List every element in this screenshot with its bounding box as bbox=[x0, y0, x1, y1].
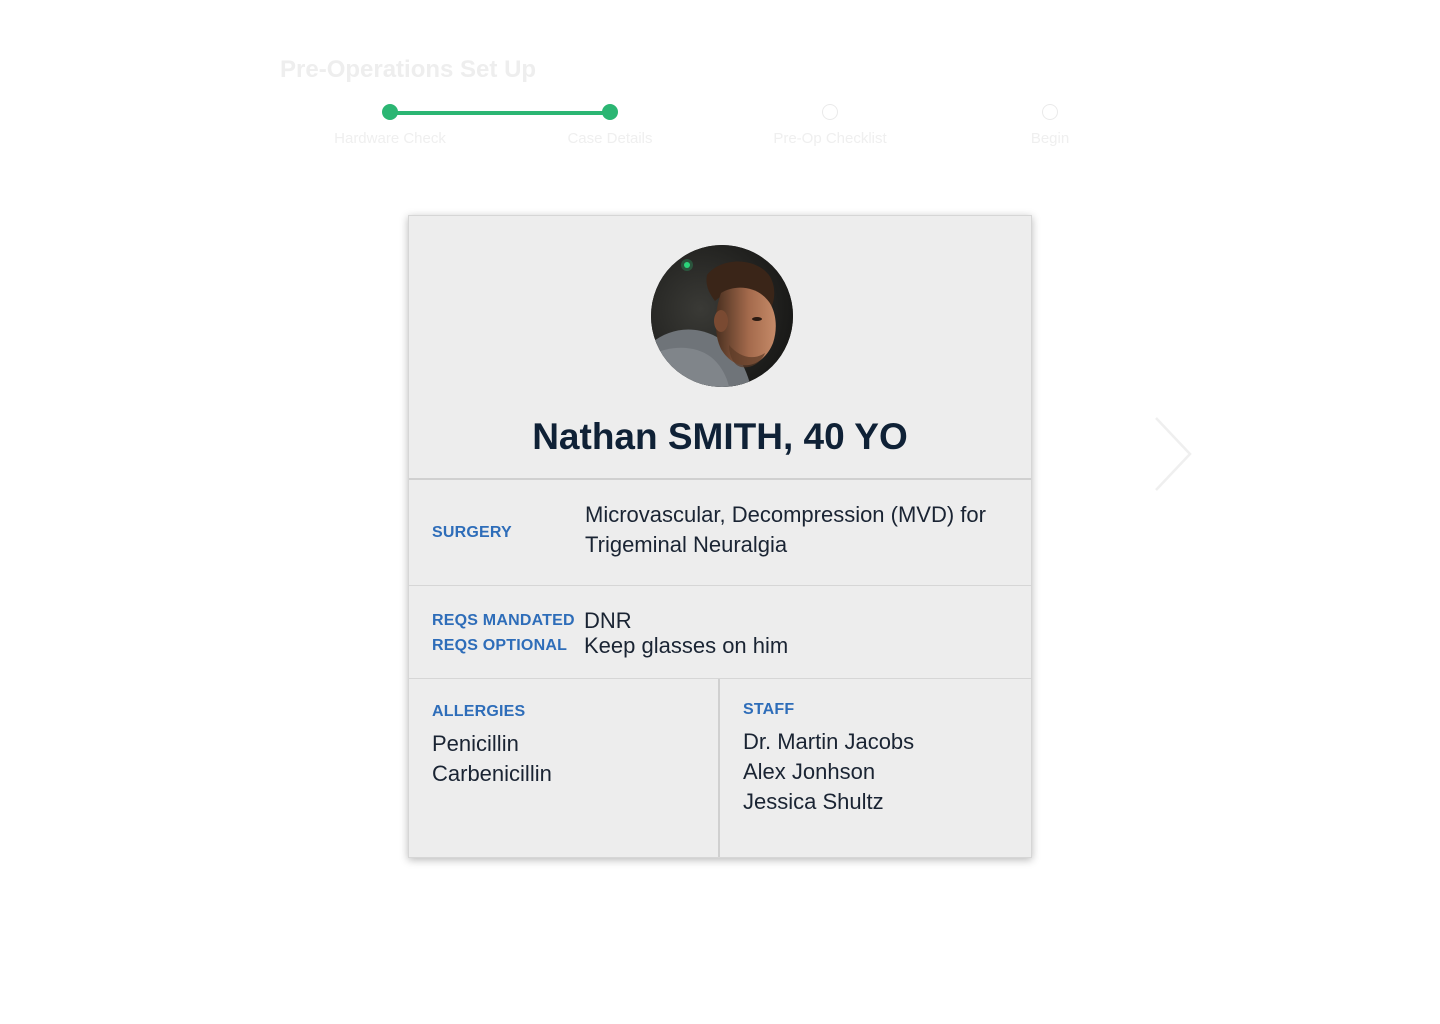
step-pre-op-checklist[interactable]: Pre-Op Checklist bbox=[740, 104, 920, 147]
staff-member: Dr. Martin Jacobs bbox=[743, 729, 915, 754]
step-pending-dot bbox=[822, 104, 838, 120]
patient-photo bbox=[651, 245, 793, 387]
progress-stepper: Hardware Check Case Details Pre-Op Check… bbox=[0, 0, 1440, 160]
staff-member: Alex Jonhson bbox=[743, 759, 876, 784]
surgery-label: SURGERY bbox=[432, 524, 512, 541]
step-label: Begin bbox=[1030, 130, 1070, 147]
staff-member: Jessica Shultz bbox=[743, 789, 884, 814]
allergy-item: Carbenicillin bbox=[432, 761, 552, 786]
step-complete-dot bbox=[382, 104, 398, 120]
allergy-item: Penicillin bbox=[432, 731, 519, 756]
pre-op-setup-page: Pre-Operations Set Up Hardware Check Cas… bbox=[0, 0, 1440, 1024]
surgery-row: SURGERY Microvascular, Decompression (MV… bbox=[409, 480, 1031, 586]
reqs-optional-label: REQS OPTIONAL bbox=[432, 637, 568, 654]
next-button[interactable] bbox=[1150, 416, 1196, 494]
patient-header: Nathan SMITH, 40 YO bbox=[409, 216, 1031, 480]
patient-name: Nathan SMITH, 40 YO bbox=[532, 416, 908, 457]
reqs-optional-value: Keep glasses on him bbox=[584, 633, 789, 658]
requirements-row: REQS MANDATED REQS OPTIONAL DNR Keep gla… bbox=[409, 586, 1031, 679]
step-begin[interactable]: Begin bbox=[960, 104, 1140, 147]
allergies-list: Penicillin Carbenicillin bbox=[432, 729, 718, 789]
reqs-mandated-label: REQS MANDATED bbox=[432, 612, 575, 629]
step-hardware-check[interactable]: Hardware Check bbox=[300, 104, 480, 147]
step-label: Hardware Check bbox=[334, 130, 446, 147]
step-case-details[interactable]: Case Details bbox=[520, 104, 700, 147]
staff-label: STAFF bbox=[743, 701, 795, 718]
staff-section: STAFF Dr. Martin Jacobs Alex Jonhson Jes… bbox=[720, 679, 1031, 857]
allergies-section: ALLERGIES Penicillin Carbenicillin bbox=[409, 679, 720, 857]
allergies-staff-row: ALLERGIES Penicillin Carbenicillin STAFF… bbox=[409, 679, 1031, 857]
surgery-value-line-1: Microvascular, Decompression (MVD) for bbox=[585, 502, 986, 527]
allergies-label: ALLERGIES bbox=[432, 703, 526, 720]
patient-case-card: Nathan SMITH, 40 YO SURGERY Microvascula… bbox=[408, 215, 1032, 858]
staff-list: Dr. Martin Jacobs Alex Jonhson Jessica S… bbox=[743, 727, 1031, 817]
step-label: Pre-Op Checklist bbox=[773, 130, 887, 147]
step-complete-dot bbox=[602, 104, 618, 120]
chevron-right-icon bbox=[1155, 417, 1192, 491]
step-pending-dot bbox=[1042, 104, 1058, 120]
surgery-value-line-2: Trigeminal Neuralgia bbox=[585, 532, 788, 557]
patient-avatar bbox=[651, 245, 793, 387]
step-label: Case Details bbox=[567, 130, 653, 147]
